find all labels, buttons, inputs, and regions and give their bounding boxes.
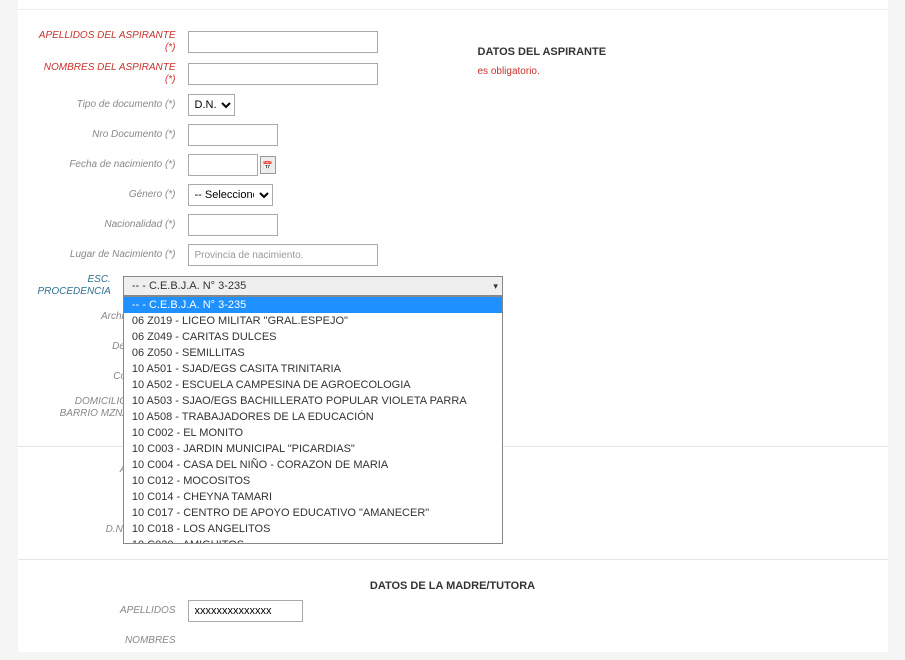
fecha-nac-input[interactable] bbox=[188, 154, 258, 176]
procedencia-option[interactable]: 10 C002 - EL MONITO bbox=[124, 425, 502, 441]
procedencia-selected-text: -- - C.E.B.J.A. N° 3-235 bbox=[132, 280, 246, 292]
label-nro-doc: Nro Documento (*) bbox=[38, 129, 188, 141]
procedencia-dropdown[interactable]: -- - C.E.B.J.A. N° 3-23506 Z019 - LICEO … bbox=[123, 296, 503, 544]
label-procedencia: ESC. PROCEDENCIA bbox=[38, 274, 123, 298]
procedencia-option[interactable]: 10 C020 - AMIGUITOS bbox=[124, 537, 502, 544]
label-tipo-doc: Tipo de documento (*) bbox=[38, 99, 188, 111]
label-nombres-aspirante: NOMBRES DEL ASPIRANTE (*) bbox=[38, 62, 188, 86]
section3-title: DATOS DE LA MADRE/TUTORA bbox=[18, 572, 888, 600]
procedencia-select[interactable]: -- - C.E.B.J.A. N° 3-235 ▾ bbox=[123, 276, 503, 296]
procedencia-option[interactable]: 10 C004 - CASA DEL NIÑO - CORAZON DE MAR… bbox=[124, 457, 502, 473]
procedencia-option[interactable]: 06 Z019 - LICEO MILITAR "GRAL.ESPEJO" bbox=[124, 313, 502, 329]
label-lugar-nac: Lugar de Nacimiento (*) bbox=[38, 249, 188, 261]
error-message: es obligatorio. bbox=[418, 66, 888, 77]
chevron-down-icon: ▾ bbox=[493, 281, 498, 292]
label-fecha-nac: Fecha de nacimiento (*) bbox=[38, 159, 188, 171]
lugar-nac-input[interactable] bbox=[188, 244, 378, 266]
procedencia-option[interactable]: 10 C012 - MOCOSITOS bbox=[124, 473, 502, 489]
nacionalidad-input[interactable] bbox=[188, 214, 278, 236]
procedencia-option[interactable]: 10 C017 - CENTRO DE APOYO EDUCATIVO "AMA… bbox=[124, 505, 502, 521]
procedencia-option[interactable]: 10 A502 - ESCUELA CAMPESINA DE AGROECOLO… bbox=[124, 377, 502, 393]
procedencia-option[interactable]: 06 Z049 - CARITAS DULCES bbox=[124, 329, 502, 345]
tipo-doc-select[interactable]: D.N.I bbox=[188, 94, 235, 116]
label-nacionalidad: Nacionalidad (*) bbox=[38, 219, 188, 231]
label-apellidos3: APELLIDOS bbox=[38, 605, 188, 617]
procedencia-option[interactable]: 10 A501 - SJAD/EGS CASITA TRINITARIA bbox=[124, 361, 502, 377]
label-apellidos-aspirante: APELLIDOS DEL ASPIRANTE (*) bbox=[38, 30, 188, 54]
top-bar bbox=[18, 0, 888, 10]
section1-title: DATOS DEL ASPIRANTE bbox=[418, 38, 888, 66]
genero-select[interactable]: -- Seleccione -- bbox=[188, 184, 273, 206]
procedencia-option[interactable]: 10 A503 - SJAO/EGS BACHILLERATO POPULAR … bbox=[124, 393, 502, 409]
procedencia-option[interactable]: 10 C003 - JARDIN MUNICIPAL "PICARDIAS" bbox=[124, 441, 502, 457]
apellidos3-input[interactable] bbox=[188, 600, 303, 622]
calendar-icon[interactable]: 📅 bbox=[260, 156, 276, 174]
nro-doc-input[interactable] bbox=[188, 124, 278, 146]
procedencia-option[interactable]: 10 A508 - TRABAJADORES DE LA EDUCACIÓN bbox=[124, 409, 502, 425]
nombres-aspirante-input[interactable] bbox=[188, 63, 378, 85]
label-nombres3: NOMBRES bbox=[38, 635, 188, 647]
procedencia-option[interactable]: 10 C014 - CHEYNA TAMARI bbox=[124, 489, 502, 505]
procedencia-option[interactable]: -- - C.E.B.J.A. N° 3-235 bbox=[124, 297, 502, 313]
procedencia-option[interactable]: 06 Z050 - SEMILLITAS bbox=[124, 345, 502, 361]
label-genero: Género (*) bbox=[38, 189, 188, 201]
procedencia-option[interactable]: 10 C018 - LOS ANGELITOS bbox=[124, 521, 502, 537]
apellidos-aspirante-input[interactable] bbox=[188, 31, 378, 53]
